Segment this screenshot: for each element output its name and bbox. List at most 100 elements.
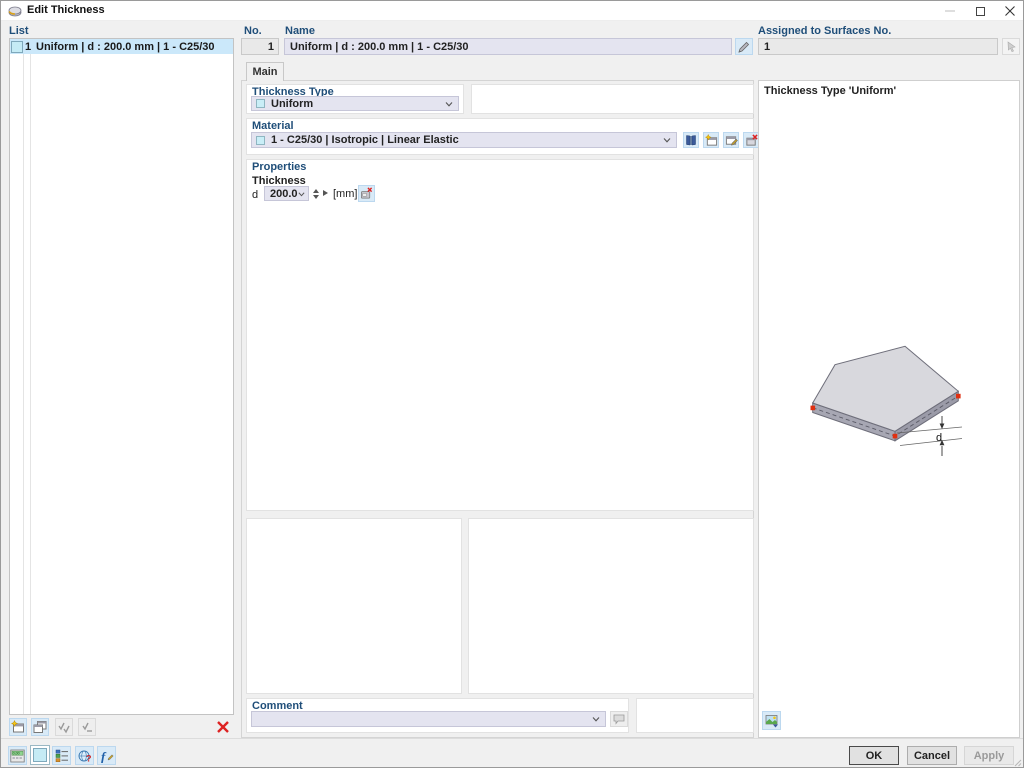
title-bar: Edit Thickness <box>1 1 1023 21</box>
assigned-surfaces-field: 1 <box>758 38 998 55</box>
svg-text:0,00: 0,00 <box>13 751 20 755</box>
deselect-icon <box>81 721 94 734</box>
edit-thickness-dialog: Edit Thickness List 1 Uniform | d : 200.… <box>0 0 1024 768</box>
save-picture-button[interactable] <box>762 711 781 730</box>
no-label: No. <box>244 25 262 37</box>
svg-text:?: ? <box>86 753 92 763</box>
edit-formula-button[interactable]: f <box>97 746 116 765</box>
arrow-right-icon <box>323 190 328 196</box>
deselect-all-button[interactable] <box>78 718 96 736</box>
rename-button[interactable] <box>735 38 753 55</box>
maximize-button[interactable] <box>965 1 995 21</box>
comment-templates-button[interactable] <box>610 711 628 727</box>
pencil-icon <box>738 41 750 53</box>
corner-node-icon <box>893 434 898 439</box>
app-icon <box>8 4 22 18</box>
thickness-list[interactable]: 1 Uniform | d : 200.0 mm | 1 - C25/30 <box>9 38 234 715</box>
corner-node-icon <box>956 394 961 399</box>
display-properties-button[interactable] <box>52 746 71 765</box>
d-value-stepper[interactable] <box>311 186 321 201</box>
select-all-icon <box>58 721 71 734</box>
minimize-icon <box>945 6 955 16</box>
properties-panel: Properties Thickness d <box>246 159 754 511</box>
delete-material-button[interactable] <box>743 132 759 148</box>
list-label: List <box>9 25 29 37</box>
units-settings-button[interactable]: 0,00 <box>8 746 27 765</box>
d-expand-arrow[interactable] <box>323 190 328 196</box>
list-item-number: 1 <box>23 41 33 53</box>
cancel-button[interactable]: Cancel <box>907 746 957 765</box>
new-item-icon <box>11 720 25 734</box>
list-item-label: Uniform | d : 200.0 mm | 1 - C25/30 <box>36 41 215 53</box>
color-swatch-icon <box>33 748 47 762</box>
list-column-divider <box>23 39 24 714</box>
thickness-color-button[interactable] <box>30 745 50 765</box>
maximize-icon <box>976 7 985 16</box>
ok-button[interactable]: OK <box>849 746 899 765</box>
new-material-button[interactable] <box>703 132 719 148</box>
pick-arrow-icon <box>1006 41 1017 52</box>
material-select[interactable]: 1 - C25/30 | Isotropic | Linear Elastic <box>251 132 677 148</box>
select-surfaces-button[interactable] <box>1002 38 1020 55</box>
apply-button[interactable]: Apply <box>964 746 1014 765</box>
d-value-combo[interactable]: 200.0 <box>264 186 309 201</box>
footer-divider <box>1 738 1024 739</box>
tab-main[interactable]: Main <box>246 62 284 81</box>
name-field[interactable]: Uniform | d : 200.0 mm | 1 - C25/30 <box>284 38 732 55</box>
chevron-down-icon <box>592 713 600 725</box>
comment-input[interactable] <box>251 711 606 727</box>
close-icon <box>1005 6 1015 16</box>
chevron-down-icon <box>445 98 453 110</box>
formula-icon: f <box>100 749 114 763</box>
edit-item-icon <box>725 134 738 147</box>
copy-thickness-button[interactable] <box>31 718 49 736</box>
empty-bottom-panel <box>636 698 754 733</box>
properties-label: Properties <box>252 161 306 173</box>
chevron-down-icon <box>298 188 305 200</box>
new-item-icon <box>705 134 718 147</box>
new-thickness-button[interactable] <box>9 718 27 736</box>
thickness-preview-graphic: d <box>790 333 1002 475</box>
chevron-down-icon <box>663 134 671 146</box>
resize-grip[interactable] <box>1013 758 1022 767</box>
no-field: 1 <box>241 38 279 55</box>
minimize-button[interactable] <box>935 1 965 21</box>
thickness-color-swatch-icon <box>11 41 23 53</box>
material-library-button[interactable] <box>683 132 699 148</box>
svg-text:f: f <box>101 749 107 763</box>
comment-bubble-icon <box>613 714 625 725</box>
corner-node-icon <box>811 406 816 411</box>
delete-thickness-button[interactable] <box>214 718 232 736</box>
d-value: 200.0 <box>270 188 298 200</box>
thickness-type-value: Uniform <box>271 98 313 110</box>
stepper-down-icon <box>313 195 319 199</box>
list-item[interactable]: 1 Uniform | d : 200.0 mm | 1 - C25/30 <box>10 39 233 54</box>
close-button[interactable] <box>995 1 1024 21</box>
name-label: Name <box>285 25 315 37</box>
material-color-swatch-icon <box>256 136 265 145</box>
empty-lower-left-panel <box>246 518 462 694</box>
empty-lower-right-panel <box>468 518 754 694</box>
online-help-button[interactable]: ? <box>75 746 94 765</box>
thickness-type-select[interactable]: Uniform <box>251 96 459 111</box>
window-title: Edit Thickness <box>27 4 105 16</box>
preview-panel: Thickness Type 'Uniform' d <box>758 80 1020 738</box>
property-list-icon <box>55 749 69 762</box>
units-calculator-icon: 0,00 <box>10 749 25 763</box>
material-label: Material <box>252 120 294 132</box>
empty-top-panel <box>471 84 754 114</box>
list-column-divider <box>30 39 31 714</box>
material-value: 1 - C25/30 | Isotropic | Linear Elastic <box>271 134 459 146</box>
remove-parameter-icon <box>360 187 373 200</box>
select-all-button[interactable] <box>55 718 73 736</box>
preview-title: Thickness Type 'Uniform' <box>764 85 896 97</box>
delete-item-icon <box>745 134 758 147</box>
assigned-surfaces-label: Assigned to Surfaces No. <box>758 25 891 37</box>
dimension-label: d <box>936 432 942 444</box>
type-color-swatch-icon <box>256 99 265 108</box>
edit-material-button[interactable] <box>723 132 739 148</box>
thickness-options-button[interactable] <box>358 185 375 202</box>
stepper-up-icon <box>313 189 319 193</box>
copy-icon <box>33 720 47 734</box>
d-unit-label: [mm] <box>333 188 357 200</box>
